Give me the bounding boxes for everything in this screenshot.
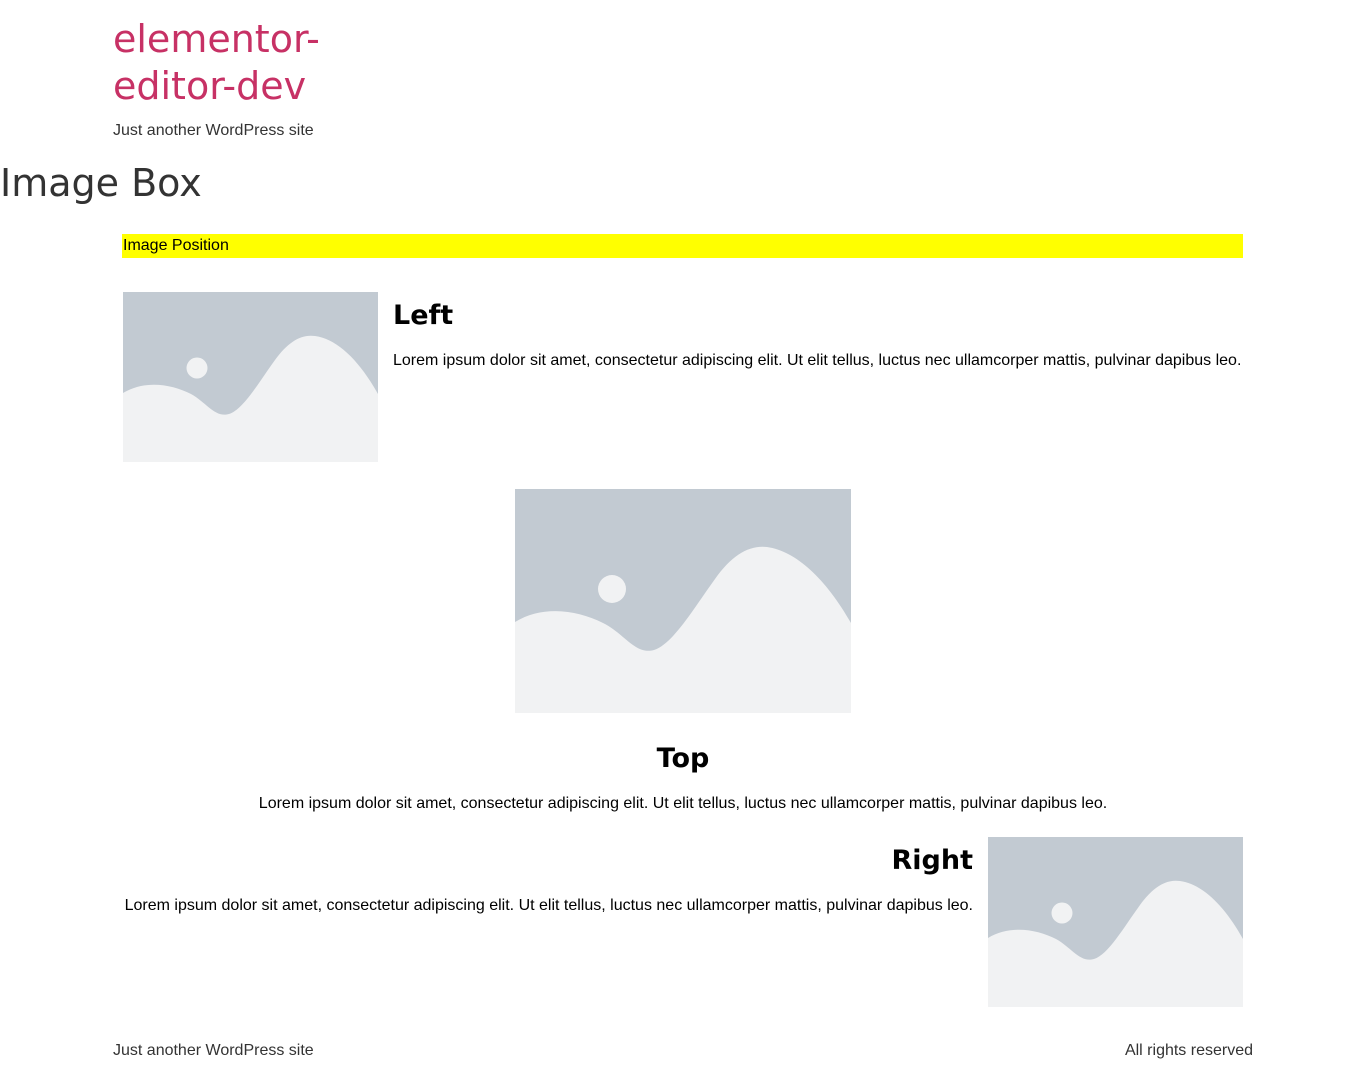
image-box-title: Top	[656, 743, 710, 774]
site-tagline: Just another WordPress site	[113, 122, 314, 139]
image-box-description: Lorem ipsum dolor sit amet, consectetur …	[258, 795, 1108, 812]
image-box-title: Left	[393, 300, 454, 331]
site-header: elementor-editor-dev Just another WordPr…	[113, 16, 453, 141]
image-box-title: Right	[891, 845, 973, 876]
site-title-link[interactable]: elementor-editor-dev	[113, 16, 433, 110]
footer-tagline: Just another WordPress site	[113, 1042, 314, 1059]
page-title: Image Box	[0, 161, 202, 205]
image-box-description: Lorem ipsum dolor sit amet, consectetur …	[393, 352, 1242, 369]
image-placeholder-icon	[515, 489, 851, 713]
footer-copyright: All rights reserved	[1124, 1042, 1253, 1059]
image-box-description: Lorem ipsum dolor sit amet, consectetur …	[124, 897, 973, 914]
image-placeholder-icon	[123, 292, 378, 462]
image-placeholder-icon	[988, 837, 1243, 1007]
section-heading: Image Position	[122, 234, 1243, 258]
